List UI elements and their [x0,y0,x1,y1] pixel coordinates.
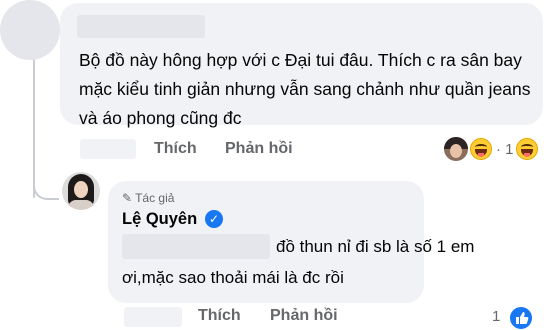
redacted-commenter-name [77,15,205,38]
redacted-mention [122,234,270,259]
comment-text: Bộ đồ này hông hợp với c Đại tui đâu. Th… [79,50,531,128]
reply-button[interactable]: Phản hồi [270,304,338,328]
reply-text-line2: ơi,mặc sao thoải mái là đc rồi [122,268,344,287]
like-thumb-icon [508,305,534,330]
laughing-emoji-icon [516,138,538,160]
reply-actions: Thích Phản hồi 1 [124,304,542,330]
redacted-timestamp [124,307,182,327]
verified-badge-icon: ✓ [205,210,223,228]
author-tag: ✎ Tác giả [122,190,174,206]
reply-button[interactable]: Phản hồi [225,137,293,161]
comment-actions: Thích Phản hồi · 1 [80,137,540,161]
author-reaction-avatar [444,137,468,161]
reaction-count: · 1 [496,141,514,158]
comment-bubble: Bộ đồ này hông hợp với c Đại tui đâu. Th… [60,3,543,128]
reply-connector [33,166,59,200]
like-button[interactable]: Thích [198,304,241,328]
comment-thread: Bộ đồ này hông hợp với c Đại tui đâu. Th… [0,0,544,330]
reply-author-avatar[interactable] [62,172,100,210]
redacted-timestamp [80,139,136,159]
reply-text-line1: đồ thun nỉ đi sb là số 1 em [276,237,475,256]
pen-icon: ✎ [122,191,133,205]
author-tag-label: Tác giả [135,191,175,205]
commenter-avatar[interactable] [0,0,60,60]
reply-author-name[interactable]: Lệ Quyên [122,208,197,230]
laughing-emoji-icon [470,138,492,160]
like-button[interactable]: Thích [154,137,197,161]
like-count[interactable]: 1 [492,305,500,329]
reply-bubble: ✎ Tác giả Lệ Quyên ✓ đồ thun nỉ đi sb là … [108,181,474,303]
